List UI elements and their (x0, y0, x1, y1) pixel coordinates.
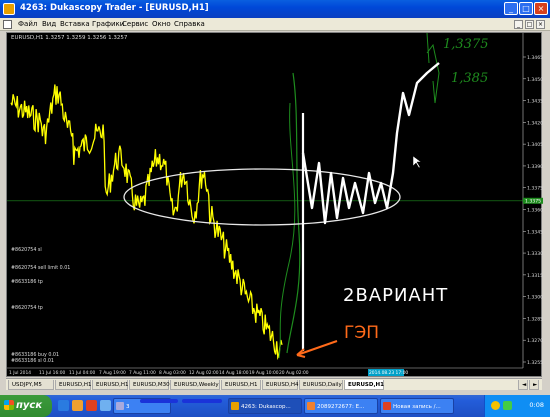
tray-icon[interactable] (491, 401, 500, 410)
menu-file[interactable]: Файл (18, 20, 37, 28)
dukascopy-icon (231, 402, 239, 410)
time-tick-label: 2014.08.23 17:00 (369, 370, 408, 376)
time-tick-label: 1 Jul 2014 (9, 370, 31, 376)
price-tick-label: 1.3345 (527, 229, 543, 235)
menu-window[interactable]: Окно (152, 20, 171, 28)
desktop-icon[interactable] (100, 400, 111, 411)
time-tick-label: 19 Aug 10:00 (249, 370, 279, 376)
taskbar-post-button[interactable]: Новая запись /... (380, 398, 454, 414)
time-tick-label: 14 Aug 18:00 (219, 370, 249, 376)
order-label: #8620754 tp (11, 306, 43, 311)
green-annotation-mid: 1,385 (451, 71, 489, 86)
price-tick-label: 1.3450 (527, 77, 543, 83)
app-icon (3, 3, 15, 15)
browser-icon (383, 402, 391, 410)
taskbar-browser-button[interactable]: 2089272677: E... (304, 398, 378, 414)
price-tick-label: 1.3420 (527, 120, 543, 126)
doc-close-button[interactable]: × (536, 20, 545, 29)
chart-tab[interactable]: EURUSD,H1 (92, 380, 128, 390)
start-button[interactable]: пуск (0, 395, 52, 417)
opera-icon[interactable] (86, 400, 97, 411)
price-tick-label: 1.3360 (527, 208, 543, 214)
time-tick-label: 8 Aug 03:00 (159, 370, 186, 376)
time-tick-label: 7 Aug 19:00 (99, 370, 126, 376)
time-tick-label: 11 Jul 16:00 (39, 370, 66, 376)
ie-icon[interactable] (58, 400, 69, 411)
chart-header: EURUSD,H1 1.3257 1.3259 1.3256 1.3257 (11, 35, 128, 41)
clock: 0:08 (529, 401, 544, 409)
order-label: #8633186 tp (11, 280, 43, 285)
order-label: #8620754 sell limit 0.01 (11, 266, 71, 271)
chart-tab[interactable]: EURUSD,M30 (129, 380, 170, 390)
taskbar-dukascopy-button[interactable]: 4263: Dukascop... (228, 398, 302, 414)
price-tick-label: 1.3405 (527, 142, 543, 148)
tray-icon[interactable] (503, 401, 512, 410)
price-tick-label: 1.3270 (527, 338, 543, 344)
gap-annotation: ГЭП (344, 323, 380, 343)
chart-tab[interactable]: EURUSD,Weekly (170, 380, 220, 390)
time-tick-label: 11 Jul 04:00 (69, 370, 96, 376)
price-tick-label: 1.3315 (527, 273, 543, 279)
time-tick-label: 7 Aug 11:00 (129, 370, 156, 376)
price-series-line (10, 84, 283, 361)
menu-help[interactable]: Справка (174, 20, 205, 28)
browser-icon (307, 402, 315, 410)
chart-tab-bar: USDJPY,M5 EURUSD,H1 EURUSD,H1 EURUSD,M30 EUR… (6, 378, 542, 390)
chart-tab[interactable]: EURUSD,H1 (55, 380, 91, 390)
redaction-mark (182, 399, 222, 403)
doc-minimize-button[interactable]: _ (514, 20, 523, 29)
chart-tab[interactable]: EURUSD,H4 (262, 380, 298, 390)
price-tick-label: 1.3255 (527, 360, 543, 366)
document-icon[interactable] (3, 20, 12, 29)
price-tick-label: 1.3390 (527, 164, 543, 170)
menu-bar: Файл Вид Вставка Графики Сервис Окно Спр… (0, 18, 550, 31)
price-tick-label: 1.3285 (527, 316, 543, 322)
menu-view[interactable]: Вид (42, 20, 56, 28)
current-price-label: 1.3375 (525, 199, 541, 205)
price-chart[interactable]: 1.3465 1.3450 1.3435 1.3420 1.3405 1.3390 1.33… (6, 32, 543, 377)
chart-tab[interactable]: USDJPY,M5 (8, 380, 54, 390)
menu-service[interactable]: Сервис (122, 20, 148, 28)
doc-restore-button[interactable]: □ (525, 20, 534, 29)
redaction-mark (140, 399, 178, 403)
order-label: #8633186 sl 0.01 (11, 359, 54, 364)
close-button[interactable]: × (534, 2, 548, 15)
menu-insert[interactable]: Вставка (60, 20, 90, 28)
chart-tab[interactable]: EURUSD,Daily (299, 380, 343, 390)
folder-icon[interactable] (72, 400, 83, 411)
tab-scroll-right-icon[interactable]: ► (529, 380, 539, 390)
green-annotation-top: 1,3375 (443, 37, 489, 52)
mouse-cursor-icon (412, 155, 422, 169)
price-tick-label: 1.3300 (527, 295, 543, 301)
time-tick-label: 20 Aug 02:00 (279, 370, 309, 376)
title-bar[interactable]: 4263: Dukascopy Trader - [EURUSD,H1] _ □… (0, 0, 550, 18)
main-window: 4263: Dukascopy Trader - [EURUSD,H1] _ □… (0, 0, 550, 395)
order-label: #8620754 sl (11, 248, 42, 253)
start-label: пуск (16, 400, 43, 411)
price-tick-label: 1.3375 (527, 186, 543, 192)
maximize-button[interactable]: □ (519, 2, 533, 15)
windows-logo-icon (4, 400, 14, 410)
menu-charts[interactable]: Графики (92, 20, 124, 28)
price-tick-label: 1.3465 (527, 55, 543, 61)
taskbar: пуск 3 4263: Dukascop... 2089272677: E..… (0, 395, 550, 417)
price-tick-label: 1.3330 (527, 251, 543, 257)
minimize-button[interactable]: _ (504, 2, 518, 15)
white-drawn-path (301, 62, 440, 225)
chart-tab[interactable]: EURUSD,H1 (221, 380, 261, 390)
variant-annotation: 2ВАРИАНТ (343, 285, 449, 306)
green-drawn-line (278, 102, 296, 359)
order-label: #8633186 buy 0.01 (11, 353, 60, 358)
time-tick-label: 12 Aug 02:00 (189, 370, 219, 376)
window-title: 4263: Dukascopy Trader - [EURUSD,H1] (20, 3, 209, 13)
system-tray: 0:08 (484, 395, 550, 417)
green-drawn-line (286, 72, 301, 354)
price-tick-label: 1.3435 (527, 99, 543, 105)
folder-group-icon (116, 402, 124, 410)
chart-tab[interactable]: EURUSD,H1 (344, 380, 384, 390)
tab-scroll-left-icon[interactable]: ◄ (518, 380, 528, 390)
